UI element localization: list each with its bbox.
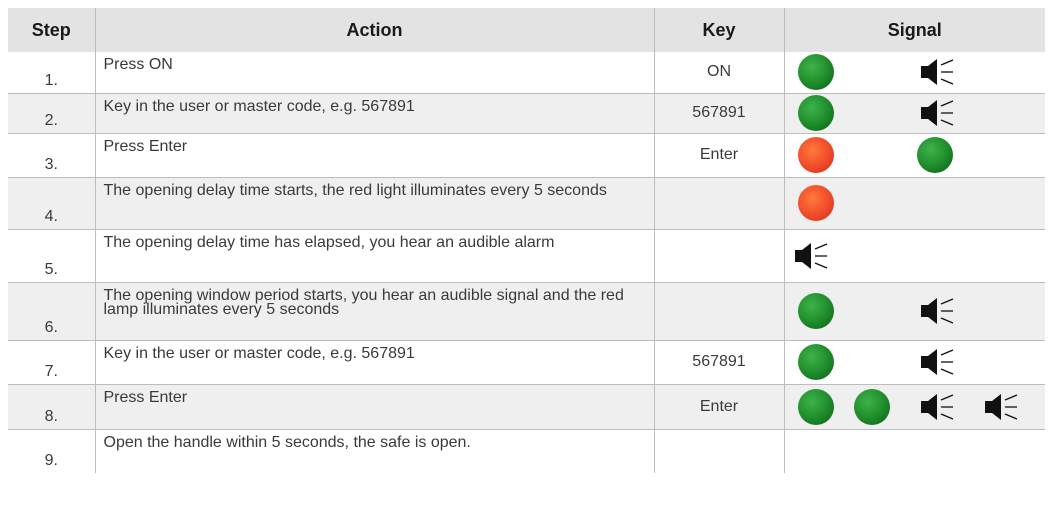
red-light-icon [797, 137, 834, 173]
action-text: Press Enter [95, 384, 655, 430]
signal-cell [784, 429, 1045, 473]
step-number: 9. [8, 429, 96, 473]
speaker-icon [794, 242, 829, 270]
header-row: Step Action Key Signal [8, 8, 1045, 52]
header-key: Key [654, 8, 785, 52]
table-row: 5. The opening delay time has elapsed, y… [8, 229, 1045, 283]
step-number: 7. [8, 340, 96, 385]
speaker-icon [920, 99, 955, 127]
speaker-icon [920, 393, 955, 421]
action-text: Key in the user or master code, e.g. 567… [95, 93, 655, 134]
action-text: The opening delay time has elapsed, you … [95, 229, 655, 283]
signal-cell [784, 340, 1045, 385]
key-label: 567891 [654, 340, 785, 385]
key-label [654, 282, 785, 341]
key-label [654, 229, 785, 283]
table-row: 3. Press Enter Enter [8, 133, 1045, 178]
action-text: The opening delay time starts, the red l… [95, 177, 655, 230]
speaker-icon [920, 348, 955, 376]
step-number: 8. [8, 384, 96, 430]
green-light-icon [797, 344, 834, 380]
signal-cell [784, 282, 1045, 341]
key-label [654, 429, 785, 473]
green-light-icon [853, 388, 890, 425]
speaker-icon [920, 58, 955, 86]
key-label: 567891 [654, 93, 785, 134]
key-label: ON [654, 52, 785, 94]
signal-cell [784, 133, 1045, 178]
green-light-icon [916, 137, 953, 173]
step-number: 2. [8, 93, 96, 134]
step-number: 6. [8, 282, 96, 341]
header-step: Step [8, 8, 96, 52]
signal-cell [784, 384, 1045, 430]
green-light-icon [797, 95, 834, 131]
action-text: Press Enter [95, 133, 655, 178]
table-row: 4. The opening delay time starts, the re… [8, 177, 1045, 230]
step-number: 4. [8, 177, 96, 230]
key-label: Enter [654, 384, 785, 430]
table-row: 9. Open the handle within 5 seconds, the… [8, 429, 1045, 473]
table-row: 2. Key in the user or master code, e.g. … [8, 93, 1045, 134]
table-row: 1. Press ON ON [8, 52, 1045, 94]
action-text: The opening window period starts, you he… [95, 282, 655, 341]
red-light-icon [797, 185, 834, 221]
action-text: Key in the user or master code, e.g. 567… [95, 340, 655, 385]
green-light-icon [797, 54, 834, 91]
action-text: Press ON [95, 52, 655, 94]
signal-cell [784, 229, 1045, 283]
table-row: 7. Key in the user or master code, e.g. … [8, 340, 1045, 385]
table-row: 8. Press Enter Enter [8, 384, 1045, 430]
green-light-icon [797, 388, 834, 425]
key-label [654, 177, 785, 230]
speaker-icon [984, 393, 1019, 421]
header-signal: Signal [784, 8, 1045, 52]
signal-cell [784, 177, 1045, 230]
green-light-icon [797, 293, 834, 329]
speaker-icon [920, 297, 955, 325]
signal-cell [784, 52, 1045, 94]
step-number: 3. [8, 133, 96, 178]
header-action: Action [95, 8, 655, 52]
action-text: Open the handle within 5 seconds, the sa… [95, 429, 655, 473]
key-label: Enter [654, 133, 785, 178]
step-number: 5. [8, 229, 96, 283]
step-number: 1. [8, 52, 96, 94]
procedure-table: Step Action Key Signal 1. Press ON ON 2.… [8, 8, 1045, 473]
table-row: 6. The opening window period starts, you… [8, 282, 1045, 341]
signal-cell [784, 93, 1045, 134]
